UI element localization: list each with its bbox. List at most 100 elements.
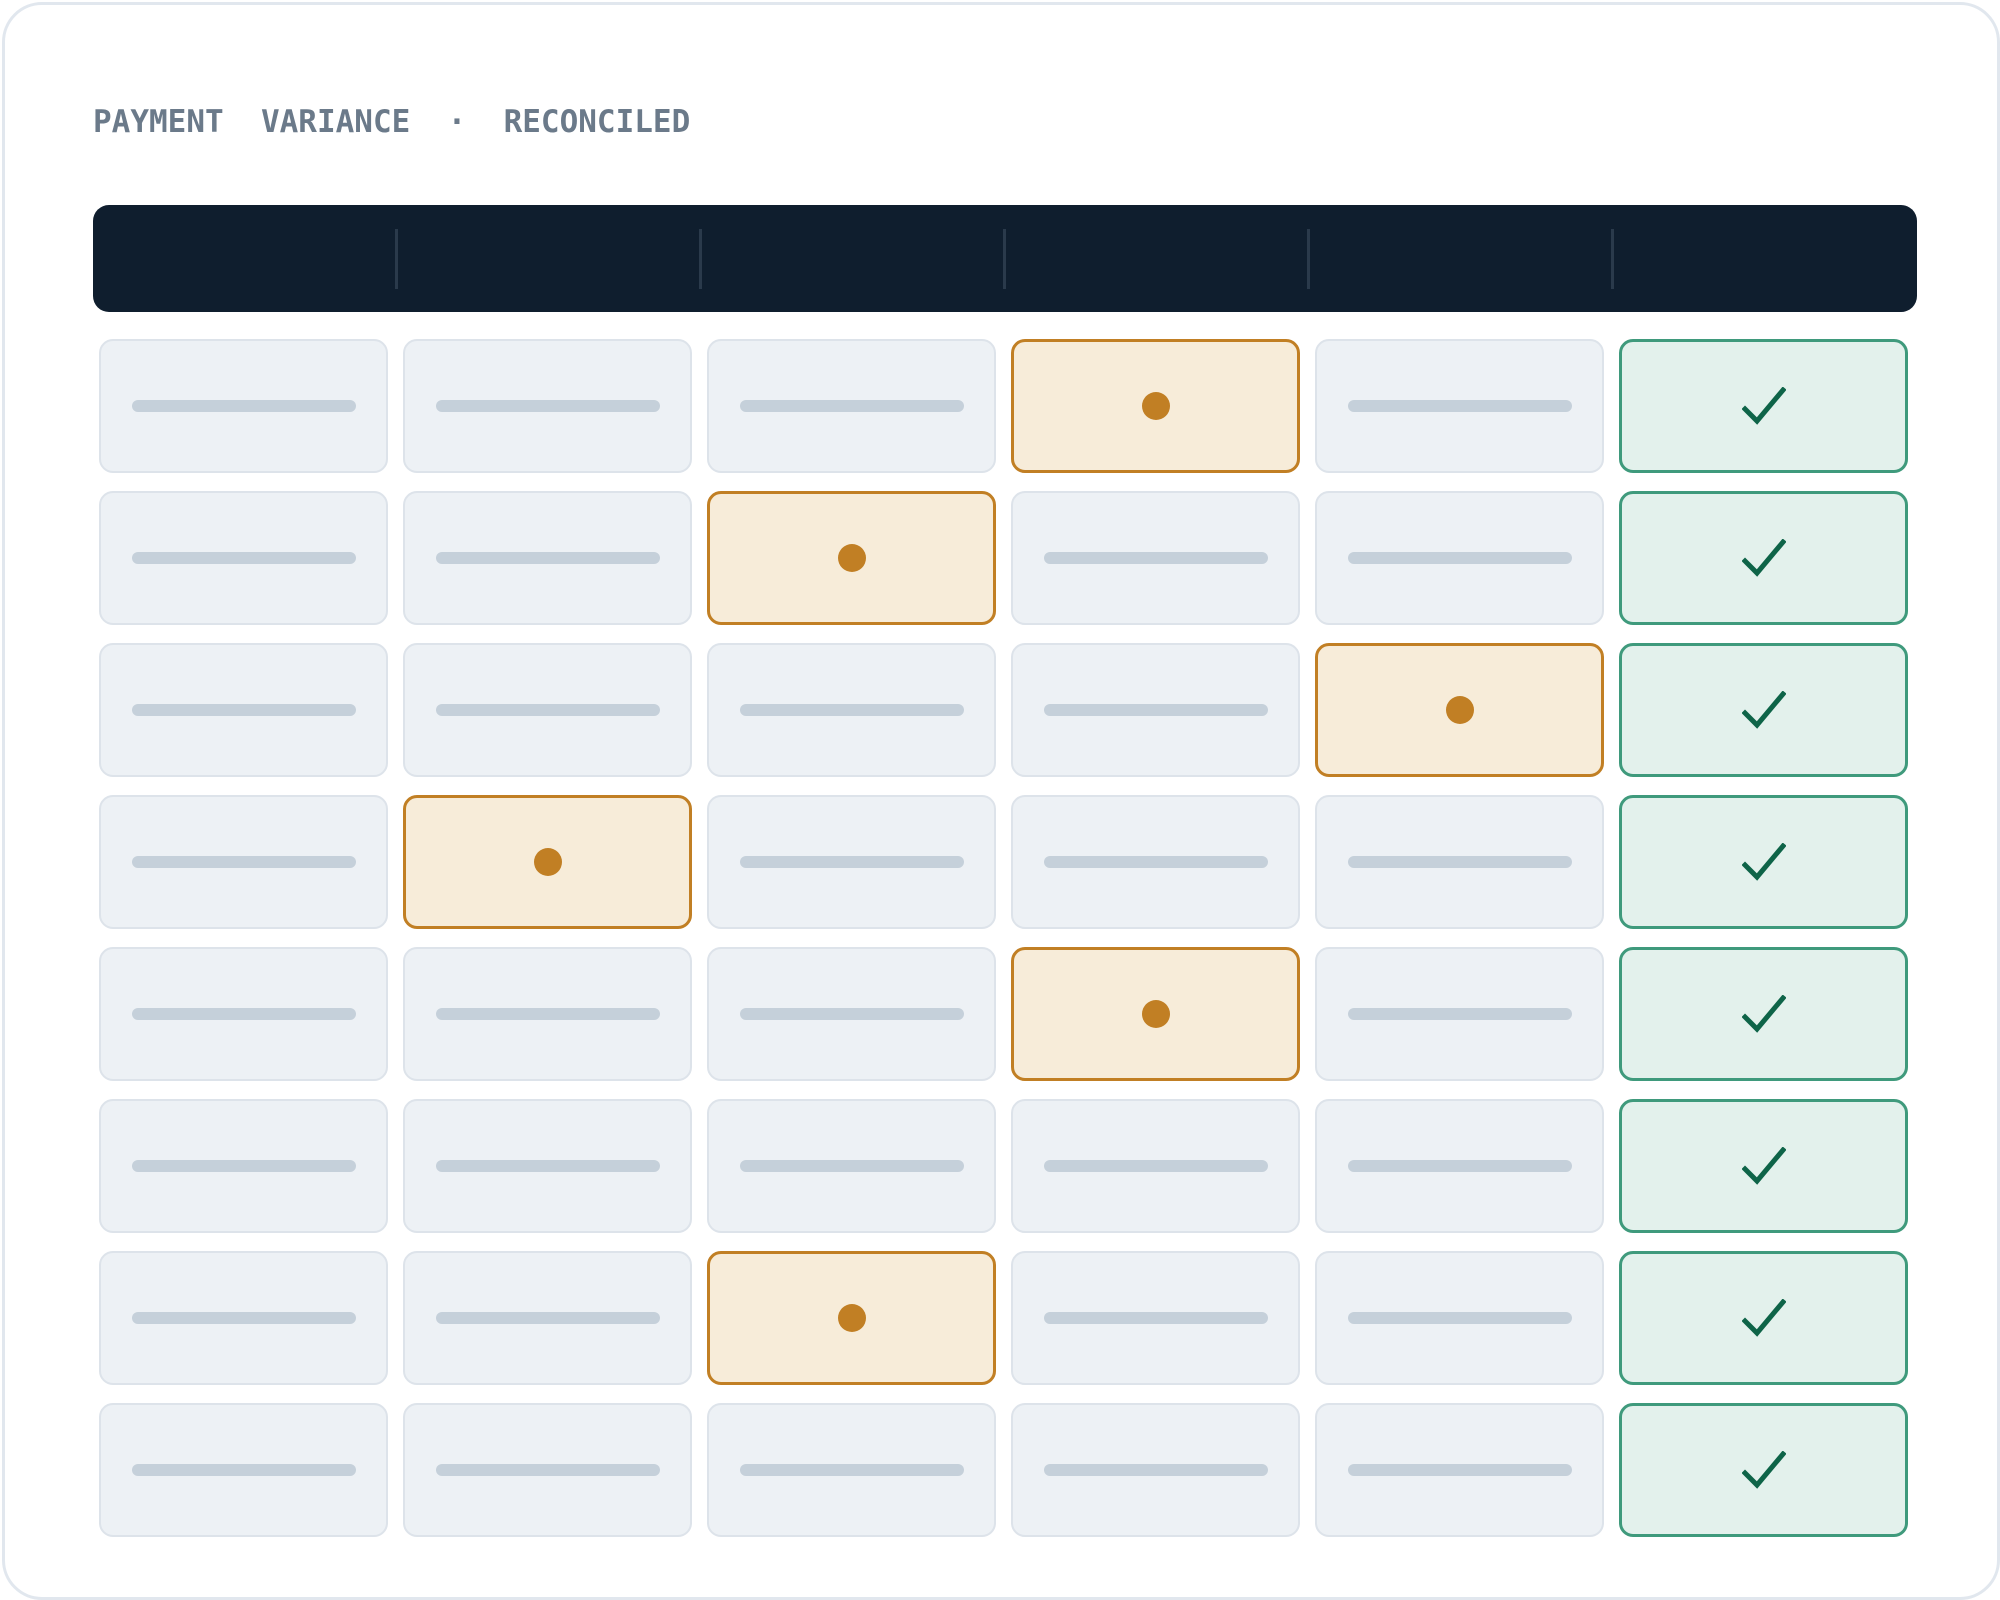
header-divider	[395, 229, 398, 289]
table-row	[99, 491, 1911, 625]
header-divider	[1611, 229, 1614, 289]
reconciled-cell[interactable]	[1619, 1251, 1908, 1385]
placeholder-bar	[1043, 856, 1268, 868]
placeholder-bar	[435, 1160, 660, 1172]
placeholder-bar	[739, 856, 964, 868]
placeholder-bar	[435, 552, 660, 564]
variance-dot-icon	[533, 848, 562, 876]
page-title: PAYMENT VARIANCE · RECONCILED	[93, 104, 691, 140]
variance-cell[interactable]	[1011, 947, 1300, 1081]
placeholder-cell	[707, 339, 996, 473]
placeholder-bar	[435, 1312, 660, 1324]
placeholder-bar	[1347, 856, 1572, 868]
placeholder-bar	[1043, 552, 1268, 564]
table-header	[93, 205, 1917, 312]
placeholder-bar	[1043, 704, 1268, 716]
placeholder-cell	[707, 1403, 996, 1537]
placeholder-cell	[1315, 947, 1604, 1081]
placeholder-cell	[403, 491, 692, 625]
placeholder-cell	[1011, 491, 1300, 625]
placeholder-cell	[99, 491, 388, 625]
placeholder-cell	[1011, 1251, 1300, 1385]
placeholder-bar	[1347, 1160, 1572, 1172]
reconciled-cell[interactable]	[1619, 1099, 1908, 1233]
placeholder-bar	[739, 1464, 964, 1476]
reconciled-cell[interactable]	[1619, 643, 1908, 777]
placeholder-bar	[131, 1464, 356, 1476]
reconciled-cell[interactable]	[1619, 795, 1908, 929]
placeholder-cell	[99, 795, 388, 929]
placeholder-bar	[739, 400, 964, 412]
placeholder-cell	[99, 1099, 388, 1233]
placeholder-cell	[403, 643, 692, 777]
placeholder-bar	[131, 1008, 356, 1020]
placeholder-cell	[403, 947, 692, 1081]
variance-cell[interactable]	[1315, 643, 1604, 777]
placeholder-cell	[707, 643, 996, 777]
checkmark-icon	[1741, 1299, 1786, 1337]
checkmark-icon	[1741, 843, 1786, 881]
variance-dot-icon	[1141, 1000, 1170, 1028]
header-divider	[1003, 229, 1006, 289]
placeholder-bar	[1347, 1008, 1572, 1020]
placeholder-cell	[1315, 339, 1604, 473]
placeholder-bar	[435, 1464, 660, 1476]
placeholder-cell	[707, 1099, 996, 1233]
checkmark-icon	[1741, 1451, 1786, 1489]
placeholder-bar	[1347, 1464, 1572, 1476]
table-row	[99, 1251, 1911, 1385]
placeholder-cell	[1011, 1099, 1300, 1233]
reconciled-cell[interactable]	[1619, 1403, 1908, 1537]
placeholder-bar	[739, 704, 964, 716]
variance-cell[interactable]	[707, 491, 996, 625]
placeholder-cell	[403, 1099, 692, 1233]
header-divider	[699, 229, 702, 289]
placeholder-cell	[99, 1251, 388, 1385]
placeholder-cell	[1315, 1251, 1604, 1385]
checkmark-icon	[1741, 1147, 1786, 1185]
variance-dot-icon	[1141, 392, 1170, 420]
placeholder-cell	[99, 643, 388, 777]
placeholder-bar	[131, 1312, 356, 1324]
placeholder-cell	[1315, 491, 1604, 625]
placeholder-cell	[1315, 795, 1604, 929]
placeholder-cell	[707, 795, 996, 929]
checkmark-icon	[1741, 387, 1786, 425]
placeholder-cell	[1315, 1403, 1604, 1537]
variance-cell[interactable]	[707, 1251, 996, 1385]
placeholder-bar	[1347, 1312, 1572, 1324]
placeholder-bar	[131, 552, 356, 564]
placeholder-bar	[131, 400, 356, 412]
placeholder-cell	[403, 1403, 692, 1537]
table-row	[99, 643, 1911, 777]
placeholder-bar	[1043, 1464, 1268, 1476]
placeholder-bar	[131, 704, 356, 716]
table-row	[99, 1403, 1911, 1537]
placeholder-bar	[1347, 552, 1572, 564]
variance-cell[interactable]	[403, 795, 692, 929]
placeholder-cell	[1011, 643, 1300, 777]
reconciled-cell[interactable]	[1619, 491, 1908, 625]
placeholder-bar	[435, 1008, 660, 1020]
header-divider	[1307, 229, 1310, 289]
reconciled-cell[interactable]	[1619, 339, 1908, 473]
placeholder-bar	[1043, 1312, 1268, 1324]
placeholder-cell	[1011, 795, 1300, 929]
table-row	[99, 947, 1911, 1081]
placeholder-bar	[131, 1160, 356, 1172]
placeholder-cell	[403, 339, 692, 473]
placeholder-bar	[435, 400, 660, 412]
placeholder-cell	[99, 339, 388, 473]
variance-dot-icon	[1445, 696, 1474, 724]
reconciled-cell[interactable]	[1619, 947, 1908, 1081]
table-row	[99, 795, 1911, 929]
variance-cell[interactable]	[1011, 339, 1300, 473]
reconciliation-card: PAYMENT VARIANCE · RECONCILED	[2, 2, 2000, 1600]
table-row	[99, 339, 1911, 473]
checkmark-icon	[1741, 539, 1786, 577]
table-row	[99, 1099, 1911, 1233]
placeholder-bar	[435, 704, 660, 716]
placeholder-cell	[1011, 1403, 1300, 1537]
placeholder-cell	[1315, 1099, 1604, 1233]
placeholder-cell	[707, 947, 996, 1081]
